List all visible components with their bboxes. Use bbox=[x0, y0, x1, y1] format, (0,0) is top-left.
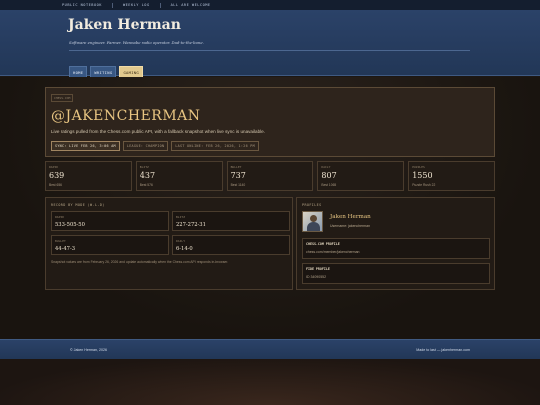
stat-value: 639 bbox=[49, 171, 65, 180]
chesscom-profile-box[interactable]: CHESS.COM PROFILE chess.com/member/jaken… bbox=[302, 238, 490, 259]
stat-value: 1550 bbox=[412, 171, 433, 180]
record-card-daily: DAILY 6-14-0 bbox=[172, 235, 290, 255]
footer-copyright: © Jaken Herman, 2026 bbox=[70, 348, 108, 352]
hero-description: Live ratings pulled from the Chess.com p… bbox=[51, 129, 265, 134]
stat-card-puzzles: PUZZLES 1550 Puzzle Rush 22 bbox=[408, 161, 495, 191]
stat-card-bullet: BULLET 737 Best 1140 bbox=[226, 161, 314, 191]
hero-title: @JAKENCHERMAN bbox=[51, 108, 201, 124]
stat-label: BLITZ bbox=[139, 165, 149, 169]
record-label: BULLET bbox=[55, 239, 66, 243]
chesscom-profile-link[interactable]: chess.com/member/jakencherman bbox=[306, 250, 360, 254]
topnav-link-all-welcome[interactable]: ALL ARE WELCOME bbox=[171, 3, 211, 7]
profile-name: Jaken Herman bbox=[330, 214, 371, 220]
record-label: DAILY bbox=[176, 239, 186, 243]
profile-box-label: FIDE PROFILE bbox=[306, 267, 330, 271]
chess-hero-card: CHESS.COM @JAKENCHERMAN Live ratings pul… bbox=[45, 87, 495, 157]
avatar bbox=[302, 211, 323, 232]
record-card-bullet: BULLET 44-47-3 bbox=[51, 235, 169, 255]
hero-tag: CHESS.COM bbox=[51, 94, 74, 102]
sync-status-chip: SYNC: LIVE FEB 26, 3:06 AM bbox=[51, 141, 120, 151]
stat-label: BULLET bbox=[230, 165, 242, 169]
topnav-link-weekly-log[interactable]: WEEKLY LOG bbox=[123, 3, 150, 7]
topnav-link-public-notebook[interactable]: PUBLIC NOTEBOOK bbox=[62, 3, 102, 7]
avatar-head-shape bbox=[310, 215, 317, 222]
top-nav: PUBLIC NOTEBOOK WEEKLY LOG ALL ARE WELCO… bbox=[0, 0, 540, 10]
record-value: 44-47-3 bbox=[55, 246, 76, 252]
profile-username: Username: jakencherman bbox=[330, 224, 371, 228]
last-online-chip: LAST ONLINE: FEB 26, 2026, 1:26 PM bbox=[171, 141, 259, 151]
topnav-divider bbox=[111, 2, 113, 8]
record-value: 6-14-0 bbox=[176, 246, 193, 252]
stat-value: 737 bbox=[230, 171, 246, 180]
stat-label: DAILY bbox=[321, 165, 331, 169]
record-value: 533-505-50 bbox=[55, 222, 85, 228]
record-card-rapid: RAPID 533-505-50 bbox=[51, 211, 169, 231]
record-card-blitz: BLITZ 227-272-31 bbox=[172, 211, 290, 231]
rating-stats: RAPID 639 Best 656 BLITZ 437 Best 576 BU… bbox=[45, 161, 495, 191]
snapshot-note: Snapshot values are from February 26, 20… bbox=[51, 260, 229, 264]
footer-tagline[interactable]: Made to last — jakenherman.com bbox=[416, 348, 470, 352]
stat-sub: Best 576 bbox=[139, 183, 153, 187]
stat-label: PUZZLES bbox=[412, 165, 425, 169]
stat-sub: Puzzle Rush 22 bbox=[412, 183, 436, 187]
record-heading: RECORD BY MODE (W-L-D) bbox=[51, 203, 105, 207]
avatar-body-shape bbox=[307, 222, 320, 231]
stat-card-rapid: RAPID 639 Best 656 bbox=[45, 161, 132, 191]
record-label: RAPID bbox=[55, 215, 65, 219]
record-value: 227-272-31 bbox=[176, 222, 206, 228]
stat-value: 437 bbox=[139, 171, 156, 180]
site-footer: © Jaken Herman, 2026 Made to last — jake… bbox=[0, 339, 540, 359]
stat-sub: Best 656 bbox=[49, 183, 63, 187]
hero-chips: SYNC: LIVE FEB 26, 3:06 AM LEAGUE: CHAMP… bbox=[51, 141, 259, 151]
stat-card-daily: DAILY 807 Best 1065 bbox=[317, 161, 405, 191]
stat-card-blitz: BLITZ 437 Best 576 bbox=[135, 161, 223, 191]
site-tagline: Software engineer. Farmer. Wannabe radio… bbox=[69, 40, 204, 45]
stat-sub: Best 1140 bbox=[230, 183, 246, 187]
record-label: BLITZ bbox=[176, 215, 186, 219]
profiles-panel: PROFILES Jaken Herman Username: jakenche… bbox=[296, 197, 495, 290]
record-panel: RECORD BY MODE (W-L-D) RAPID 533-505-50 … bbox=[45, 197, 293, 290]
league-chip: LEAGUE: CHAMPION bbox=[122, 141, 169, 151]
site-header: Jaken Herman Software engineer. Farmer. … bbox=[0, 10, 540, 79]
profiles-heading: PROFILES bbox=[302, 203, 322, 207]
fide-profile-id[interactable]: ID 34090552 bbox=[306, 275, 326, 279]
profile-box-label: CHESS.COM PROFILE bbox=[306, 242, 340, 246]
stat-value: 807 bbox=[321, 171, 337, 180]
fide-profile-box[interactable]: FIDE PROFILE ID 34090552 bbox=[302, 263, 490, 284]
header-divider bbox=[69, 50, 470, 51]
stat-label: RAPID bbox=[49, 165, 59, 169]
topnav-divider bbox=[159, 2, 161, 8]
site-title[interactable]: Jaken Herman bbox=[68, 17, 181, 33]
bottom-background bbox=[0, 359, 540, 405]
stat-sub: Best 1065 bbox=[321, 183, 337, 187]
